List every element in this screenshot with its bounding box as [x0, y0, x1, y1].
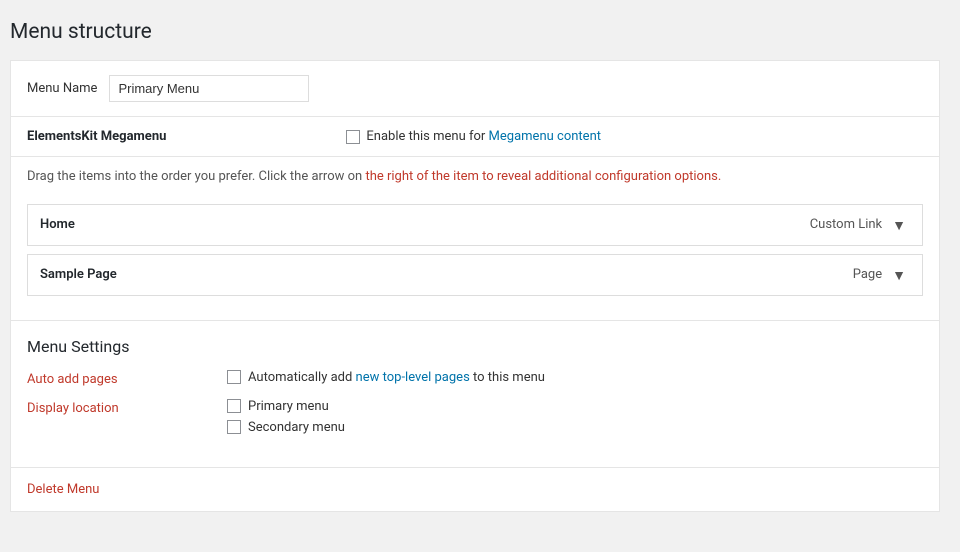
- megamenu-row: ElementsKit Megamenu Enable this menu fo…: [11, 117, 939, 157]
- primary-menu-label: Primary menu: [248, 399, 329, 414]
- auto-add-pages-checkbox-row: Automatically add new top-level pages to…: [227, 370, 545, 385]
- auto-add-pages-content: Automatically add new top-level pages to…: [227, 370, 545, 385]
- auto-add-pages-row: Auto add pages Automatically add new top…: [27, 370, 923, 387]
- delete-menu-link[interactable]: Delete Menu: [11, 468, 115, 511]
- table-row: Home Custom Link ▼: [27, 204, 923, 246]
- drag-instruction: Drag the items into the order you prefer…: [11, 157, 939, 204]
- section-divider: [11, 467, 939, 468]
- megamenu-enable: Enable this menu for Megamenu content: [346, 129, 601, 144]
- auto-add-pages-label: Auto add pages: [27, 370, 227, 387]
- menu-item-right-sample: Page ▼: [853, 265, 910, 285]
- chevron-down-icon-sample[interactable]: ▼: [888, 265, 910, 285]
- primary-menu-checkbox-row: Primary menu: [227, 399, 345, 414]
- table-row: Sample Page Page ▼: [27, 254, 923, 296]
- secondary-menu-label: Secondary menu: [248, 420, 345, 435]
- megamenu-enable-label: Enable this menu for Megamenu content: [366, 129, 601, 144]
- menu-section-box: Menu Name ElementsKit Megamenu Enable th…: [10, 60, 940, 512]
- auto-add-pages-checkbox-label: Automatically add new top-level pages to…: [248, 370, 545, 385]
- menu-item-name-sample: Sample Page: [40, 267, 117, 282]
- menu-item-type-sample: Page: [853, 267, 882, 282]
- menu-item-type-home: Custom Link: [810, 217, 882, 232]
- menu-name-input[interactable]: [109, 75, 309, 102]
- display-location-content: Primary menu Secondary menu: [227, 399, 345, 435]
- menu-items-list: Home Custom Link ▼ Sample Page Page ▼: [11, 204, 939, 320]
- menu-name-label: Menu Name: [27, 81, 97, 96]
- megamenu-checkbox[interactable]: [346, 130, 360, 144]
- page-title: Menu structure: [10, 20, 940, 44]
- menu-item-name-home: Home: [40, 217, 75, 232]
- secondary-menu-checkbox-row: Secondary menu: [227, 420, 345, 435]
- menu-settings-section: Menu Settings Auto add pages Automatical…: [11, 320, 939, 457]
- megamenu-title: ElementsKit Megamenu: [27, 129, 166, 144]
- menu-settings-title: Menu Settings: [27, 337, 923, 356]
- auto-add-pages-checkbox[interactable]: [227, 370, 241, 384]
- menu-item-right-home: Custom Link ▼: [810, 215, 910, 235]
- page-container: Menu structure Menu Name ElementsKit Meg…: [0, 0, 960, 532]
- menu-name-row: Menu Name: [11, 61, 939, 117]
- secondary-menu-checkbox[interactable]: [227, 420, 241, 434]
- chevron-down-icon-home[interactable]: ▼: [888, 215, 910, 235]
- display-location-row: Display location Primary menu Secondary …: [27, 399, 923, 435]
- primary-menu-checkbox[interactable]: [227, 399, 241, 413]
- display-location-label: Display location: [27, 399, 227, 416]
